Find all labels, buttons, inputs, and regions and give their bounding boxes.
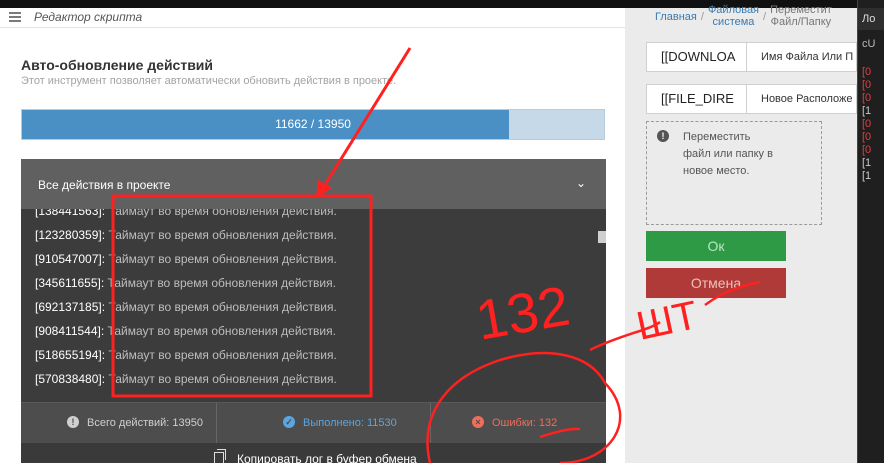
stats-bar: ! Всего действий: 13950 ✓ Выполнено: 11530… [21, 402, 606, 444]
log-row: [692137185]: Таймаут во время обновления… [35, 297, 337, 321]
log-row-message: Таймаут во время обновления действия. [107, 276, 336, 290]
log-row-id: [123280359]: [35, 228, 106, 242]
stat-total: ! Всего действий: 13950 [67, 403, 203, 444]
side-log-line: [1 [862, 157, 872, 169]
crumb-separator: / [700, 11, 704, 23]
log-row-id: [910547007]: [35, 252, 106, 266]
log-row: [345611655]: Таймаут во время обновления… [35, 273, 336, 297]
side-log-line: [0 [862, 66, 872, 78]
editor-title: Редактор скрипта [34, 10, 143, 24]
log-row-message: Таймаут во время обновления действия. [108, 372, 337, 386]
log-row: [908411544]: Таймаут во время обновления… [35, 321, 336, 345]
side-log-line: [0 [862, 118, 872, 130]
crumb-current-line1: Переместит [770, 4, 832, 16]
crumb-current: Переместит Файл/Папку [770, 4, 832, 28]
crumb-filesystem-line1: Файловая [707, 4, 760, 16]
chevron-down-icon[interactable]: ⌄ [576, 177, 586, 189]
filename-input[interactable]: [[DOWNLOA [647, 43, 747, 71]
menu-icon[interactable] [9, 12, 21, 22]
log-panel-sub: cU [862, 38, 876, 50]
progress-bar: 11662 / 13950 [21, 109, 605, 140]
ok-button[interactable]: Ок [646, 231, 786, 261]
progress-text: 11662 / 13950 [275, 117, 351, 131]
log-row: [910547007]: Таймаут во время обновления… [35, 249, 337, 273]
info-box: ! Переместить файл или папку в новое мес… [646, 121, 822, 225]
copy-icon [214, 449, 226, 463]
log-row-message: Таймаут во время обновления действия. [108, 300, 337, 314]
log-row-message: Таймаут во время обновления действия. [108, 209, 337, 218]
script-editor-panel: Редактор скрипта Авто-обновление действи… [0, 8, 625, 463]
actions-log[interactable]: [138441563]: Таймаут во время обновления… [21, 209, 606, 402]
filename-label: Имя Файла Или П [761, 51, 854, 63]
stat-errors: × Ошибки: 132 [472, 403, 557, 444]
editor-header: Редактор скрипта [0, 8, 625, 28]
log-row-id: [692137185]: [35, 300, 106, 314]
side-log-line: [1 [862, 170, 872, 182]
stat-divider [216, 403, 217, 444]
filename-field[interactable]: [[DOWNLOA Имя Файла Или П [646, 42, 857, 72]
check-icon: ✓ [283, 416, 295, 429]
error-icon: × [472, 416, 484, 429]
log-row-id: [345611655]: [35, 276, 105, 290]
new-location-input[interactable]: [[FILE_DIRE [647, 85, 747, 113]
info-text: Переместить файл или папку в новое место… [683, 131, 773, 177]
accordion-title: Все действия в проекте [38, 178, 171, 192]
log-row: [138441563]: Таймаут во время обновления… [35, 209, 337, 225]
log-row-message: Таймаут во время обновления действия. [108, 228, 337, 242]
side-log-line: [0 [862, 92, 872, 104]
side-log-line: [1 [862, 105, 872, 117]
log-row: [123280359]: Таймаут во время обновления… [35, 225, 337, 249]
log-row: [518655194]: Таймаут во время обновления… [35, 345, 337, 369]
tool-description: Этот инструмент позволяет автоматически … [21, 75, 397, 87]
crumb-filesystem-line2: система [712, 16, 755, 28]
stat-errors-label: Ошибки: 132 [492, 417, 558, 429]
log-panel-lines: [0 [0 [0 [1 [0 [0 [0 [1 [1 [862, 66, 871, 183]
breadcrumb: Главная/Файловая система/Переместит Файл/П… [655, 4, 832, 28]
log-row-id: [518655194]: [35, 348, 106, 362]
crumb-filesystem[interactable]: Файловая система [708, 4, 759, 28]
log-row-message: Таймаут во время обновления действия. [108, 348, 337, 362]
log-panel-title: Ло [858, 8, 884, 30]
crumb-home[interactable]: Главная [655, 11, 697, 23]
log-row-id: [570838480]: [35, 372, 106, 386]
crumb-separator: / [763, 11, 767, 23]
side-log-line: [0 [862, 79, 872, 91]
log-row-message: Таймаут во время обновления действия. [108, 252, 337, 266]
all-actions-accordion[interactable]: Все действия в проекте ⌄ [21, 159, 606, 209]
copy-log-button[interactable]: Копировать лог в буфер обмена [21, 443, 606, 463]
tool-title: Авто-обновление действий [21, 57, 214, 73]
stat-done: ✓ Выполнено: 11530 [283, 403, 397, 444]
stat-total-label: Всего действий: 13950 [87, 417, 203, 429]
stat-done-label: Выполнено: 11530 [303, 417, 397, 429]
log-row-message: Таймаут во время обновления действия. [107, 324, 336, 338]
crumb-current-line2: Файл/Папку [770, 16, 832, 28]
log-row-id: [908411544]: [35, 324, 105, 338]
new-location-field[interactable]: [[FILE_DIRE Новое Расположе [646, 84, 857, 114]
copy-log-label: Копировать лог в буфер обмена [237, 452, 417, 463]
log-side-panel: Ло cU [0 [0 [0 [1 [0 [0 [0 [1 [1 [857, 0, 884, 463]
info-icon: ! [67, 416, 79, 429]
new-location-label: Новое Расположе [761, 93, 853, 105]
side-log-line: [0 [862, 144, 872, 156]
side-log-line: [0 [862, 131, 872, 143]
info-icon: ! [657, 130, 669, 142]
log-row-id: [138441563]: [35, 209, 106, 218]
stat-divider [430, 403, 431, 444]
log-scrollbar[interactable] [598, 231, 606, 243]
log-row: [570838480]: Таймаут во время обновления… [35, 369, 337, 393]
move-file-panel: Главная/Файловая система/Переместит Файл/П… [625, 0, 857, 463]
cancel-button[interactable]: Отмена [646, 268, 786, 298]
